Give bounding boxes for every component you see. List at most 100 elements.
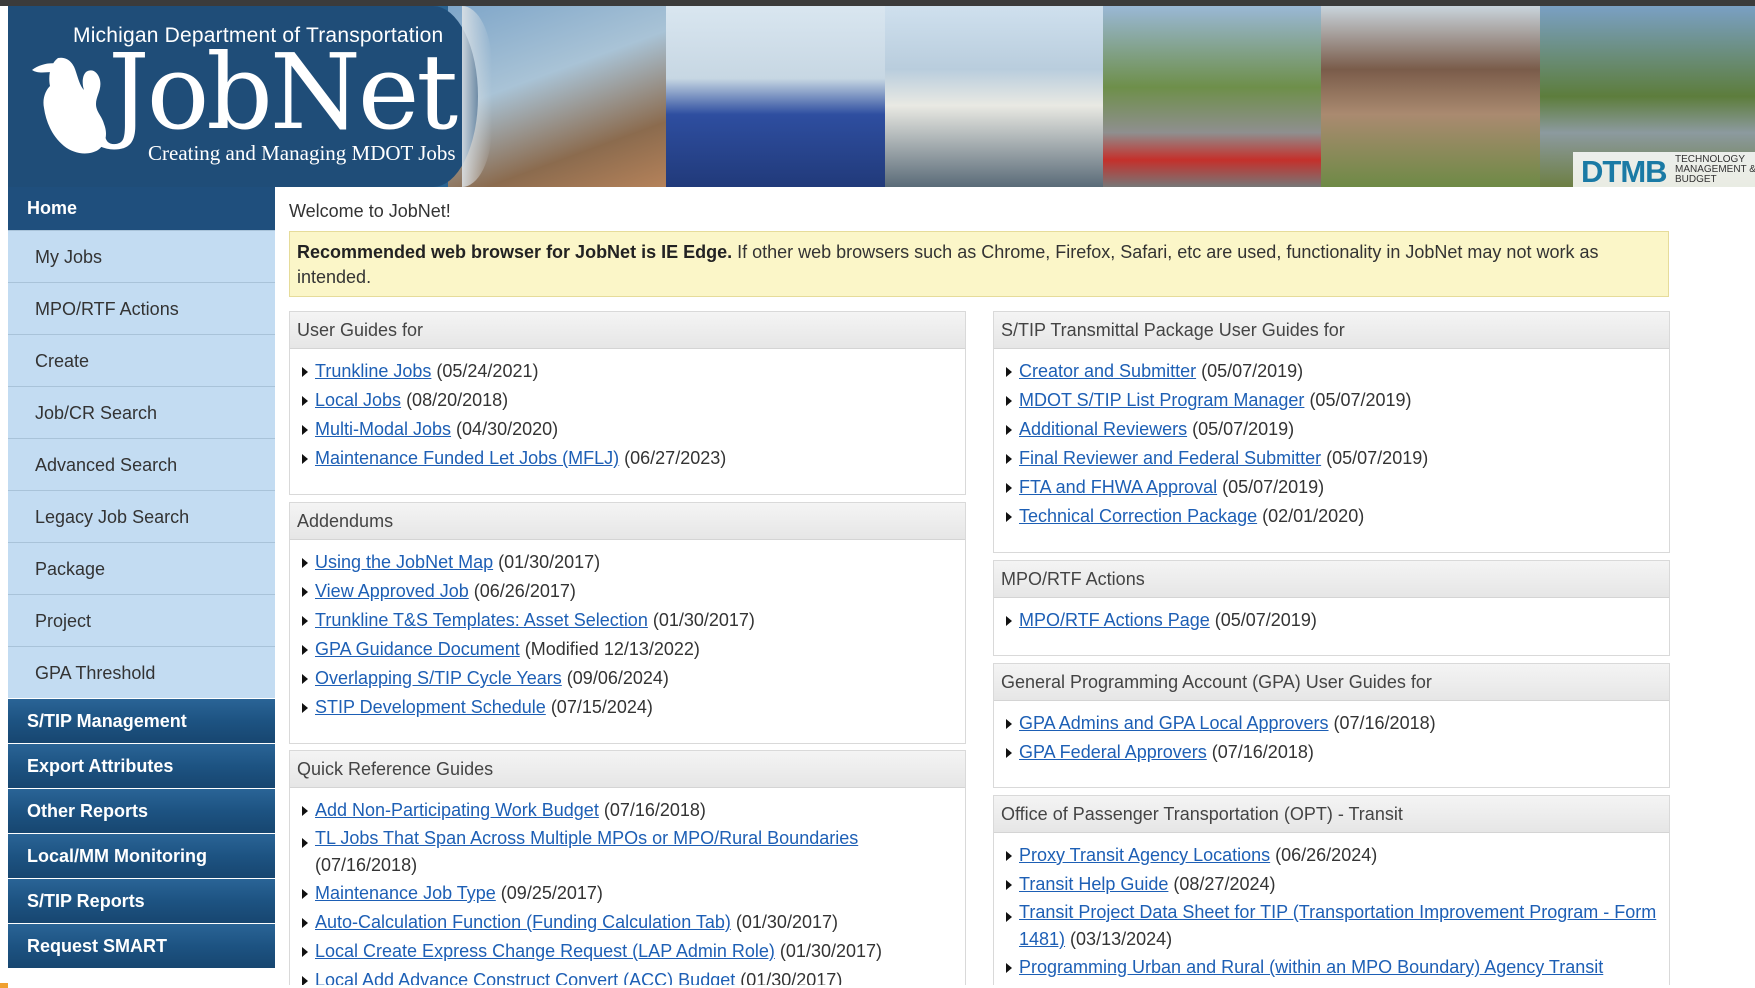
banner-photo-strip: [448, 6, 1755, 187]
addendum-link[interactable]: Trunkline T&S Templates: Asset Selection: [315, 610, 648, 630]
bullet-arrow-icon: [302, 889, 308, 899]
app-tagline: Creating and Managing MDOT Jobs: [148, 141, 456, 165]
addendum-link[interactable]: STIP Development Schedule: [315, 697, 546, 717]
bullet-arrow-icon: [1006, 483, 1012, 493]
addendums-panel: Addendums Using the JobNet Map (01/30/20…: [289, 502, 966, 744]
list-item: FTA and FHWA Approval (05/07/2019): [994, 473, 1669, 502]
addendum-link[interactable]: GPA Guidance Document: [315, 639, 520, 659]
quick-ref-link[interactable]: Local Add Advance Construct Convert (ACC…: [315, 970, 735, 986]
nav-stip-management[interactable]: S/TIP Management: [8, 698, 275, 743]
addendum-link[interactable]: View Approved Job: [315, 581, 469, 601]
list-item: TL Jobs That Span Across Multiple MPOs o…: [290, 825, 935, 879]
dtmb-subtitle: TECHNOLOGY MANAGEMENT & BUDGET: [1675, 154, 1755, 185]
list-item: Transit Help Guide (08/27/2024): [994, 870, 1669, 899]
quick-ref-link[interactable]: TL Jobs That Span Across Multiple MPOs o…: [315, 828, 858, 848]
bullet-arrow-icon: [302, 396, 308, 406]
transit-link[interactable]: Proxy Transit Agency Locations: [1019, 845, 1270, 865]
quick-reference-panel: Quick Reference Guides Add Non-Participa…: [289, 750, 966, 986]
bus-photo: [884, 6, 1103, 187]
list-item: Local Jobs (08/20/2018): [290, 386, 965, 415]
browser-notice-bold: Recommended web browser for JobNet is IE…: [297, 242, 733, 262]
list-item: Final Reviewer and Federal Submitter (05…: [994, 444, 1669, 473]
nav-legacy-job-search[interactable]: Legacy Job Search: [8, 490, 275, 542]
quick-ref-link[interactable]: Add Non-Participating Work Budget: [315, 800, 599, 820]
quick-ref-link[interactable]: Auto-Calculation Function (Funding Calcu…: [315, 912, 731, 932]
stip-guide-link[interactable]: Additional Reviewers: [1019, 419, 1187, 439]
list-item: Proxy Transit Agency Locations (06/26/20…: [994, 841, 1669, 870]
addendum-link[interactable]: Using the JobNet Map: [315, 552, 493, 572]
bullet-arrow-icon: [302, 587, 308, 597]
browser-notice: Recommended web browser for JobNet is IE…: [289, 231, 1669, 297]
list-item: MDOT S/TIP List Program Manager (05/07/2…: [994, 386, 1669, 415]
welcome-message: Welcome to JobNet!: [289, 201, 451, 221]
bullet-arrow-icon: [302, 947, 308, 957]
list-item: MPO/RTF Actions Page (05/07/2019): [994, 606, 1669, 635]
sidebar-nav: Home My Jobs MPO/RTF Actions Create Job/…: [8, 187, 275, 987]
bullet-arrow-icon: [302, 918, 308, 928]
nav-stip-reports[interactable]: S/TIP Reports: [8, 878, 275, 923]
transit-link[interactable]: Transit Help Guide: [1019, 874, 1168, 894]
nav-my-jobs[interactable]: My Jobs: [8, 230, 275, 282]
bullet-arrow-icon: [1006, 880, 1012, 890]
nav-create[interactable]: Create: [8, 334, 275, 386]
bullet-arrow-icon: [1006, 748, 1012, 758]
guide-link[interactable]: Trunkline Jobs: [315, 361, 431, 381]
nav-request-smart[interactable]: Request SMART: [8, 923, 275, 968]
stip-guides-panel: S/TIP Transmittal Package User Guides fo…: [993, 311, 1670, 553]
bullet-arrow-icon: [302, 806, 308, 816]
addendum-link[interactable]: Overlapping S/TIP Cycle Years: [315, 668, 562, 688]
stip-guide-link[interactable]: Creator and Submitter: [1019, 361, 1196, 381]
nav-advanced-search[interactable]: Advanced Search: [8, 438, 275, 490]
list-item: STIP Development Schedule (07/15/2024): [290, 693, 965, 722]
list-item: Overlapping S/TIP Cycle Years (09/06/202…: [290, 664, 965, 693]
quick-ref-link[interactable]: Maintenance Job Type: [315, 883, 496, 903]
bullet-arrow-icon: [1006, 396, 1012, 406]
list-item: Maintenance Job Type (09/25/2017): [290, 879, 965, 908]
list-item: Transit Project Data Sheet for TIP (Tran…: [994, 899, 1669, 953]
nav-project[interactable]: Project: [8, 594, 275, 646]
bullet-arrow-icon: [1006, 454, 1012, 464]
nav-gpa-threshold[interactable]: GPA Threshold: [8, 646, 275, 698]
mpo-actions-link[interactable]: MPO/RTF Actions Page: [1019, 610, 1210, 630]
nav-package[interactable]: Package: [8, 542, 275, 594]
gpa-guide-link[interactable]: GPA Federal Approvers: [1019, 742, 1207, 762]
quick-ref-link[interactable]: Local Create Express Change Request (LAP…: [315, 941, 775, 961]
stip-guide-link[interactable]: Technical Correction Package: [1019, 506, 1257, 526]
gpa-guide-link[interactable]: GPA Admins and GPA Local Approvers: [1019, 713, 1329, 733]
panel-title: Office of Passenger Transportation (OPT)…: [994, 796, 1669, 833]
bullet-arrow-icon: [302, 454, 308, 464]
nav-local-mm-monitoring[interactable]: Local/MM Monitoring: [8, 833, 275, 878]
bullet-arrow-icon: [302, 367, 308, 377]
list-item: GPA Admins and GPA Local Approvers (07/1…: [994, 709, 1669, 738]
trucks-photo: [1102, 6, 1322, 187]
stip-guide-link[interactable]: Final Reviewer and Federal Submitter: [1019, 448, 1321, 468]
list-item: GPA Federal Approvers (07/16/2018): [994, 738, 1669, 767]
guide-link[interactable]: Maintenance Funded Let Jobs (MFLJ): [315, 448, 619, 468]
nav-home[interactable]: Home: [8, 187, 275, 230]
stip-guide-link[interactable]: MDOT S/TIP List Program Manager: [1019, 390, 1304, 410]
list-item: Add Non-Participating Work Budget (07/16…: [290, 796, 965, 825]
mpo-rtf-panel: MPO/RTF Actions MPO/RTF Actions Page (05…: [993, 560, 1670, 656]
dtmb-mark: DTMB: [1581, 154, 1668, 187]
bullet-arrow-icon: [1006, 616, 1012, 626]
panel-title: User Guides for: [290, 312, 965, 349]
stip-guide-link[interactable]: FTA and FHWA Approval: [1019, 477, 1217, 497]
bullet-arrow-icon: [1006, 719, 1012, 729]
header-banner: Michigan Department of Transportation Jo…: [8, 6, 1755, 187]
nav-other-reports[interactable]: Other Reports: [8, 788, 275, 833]
list-item: Technical Correction Package (02/01/2020…: [994, 502, 1669, 531]
nav-export-attributes[interactable]: Export Attributes: [8, 743, 275, 788]
panel-title: MPO/RTF Actions: [994, 561, 1669, 598]
list-item: Local Create Express Change Request (LAP…: [290, 937, 965, 966]
nav-mpo-rtf-actions[interactable]: MPO/RTF Actions: [8, 282, 275, 334]
list-item: Using the JobNet Map (01/30/2017): [290, 548, 965, 577]
panel-title: Addendums: [290, 503, 965, 540]
nav-job-cr-search[interactable]: Job/CR Search: [8, 386, 275, 438]
guide-link[interactable]: Multi-Modal Jobs: [315, 419, 451, 439]
jobnet-logo[interactable]: Michigan Department of Transportation Jo…: [8, 6, 492, 187]
transit-link[interactable]: Programming Urban and Rural (within an M…: [1019, 957, 1603, 977]
list-item: Trunkline T&S Templates: Asset Selection…: [290, 606, 965, 635]
list-item: GPA Guidance Document (Modified 12/13/20…: [290, 635, 965, 664]
guide-link[interactable]: Local Jobs: [315, 390, 401, 410]
dtmb-logo: DTMB TECHNOLOGY MANAGEMENT & BUDGET: [1573, 152, 1755, 187]
